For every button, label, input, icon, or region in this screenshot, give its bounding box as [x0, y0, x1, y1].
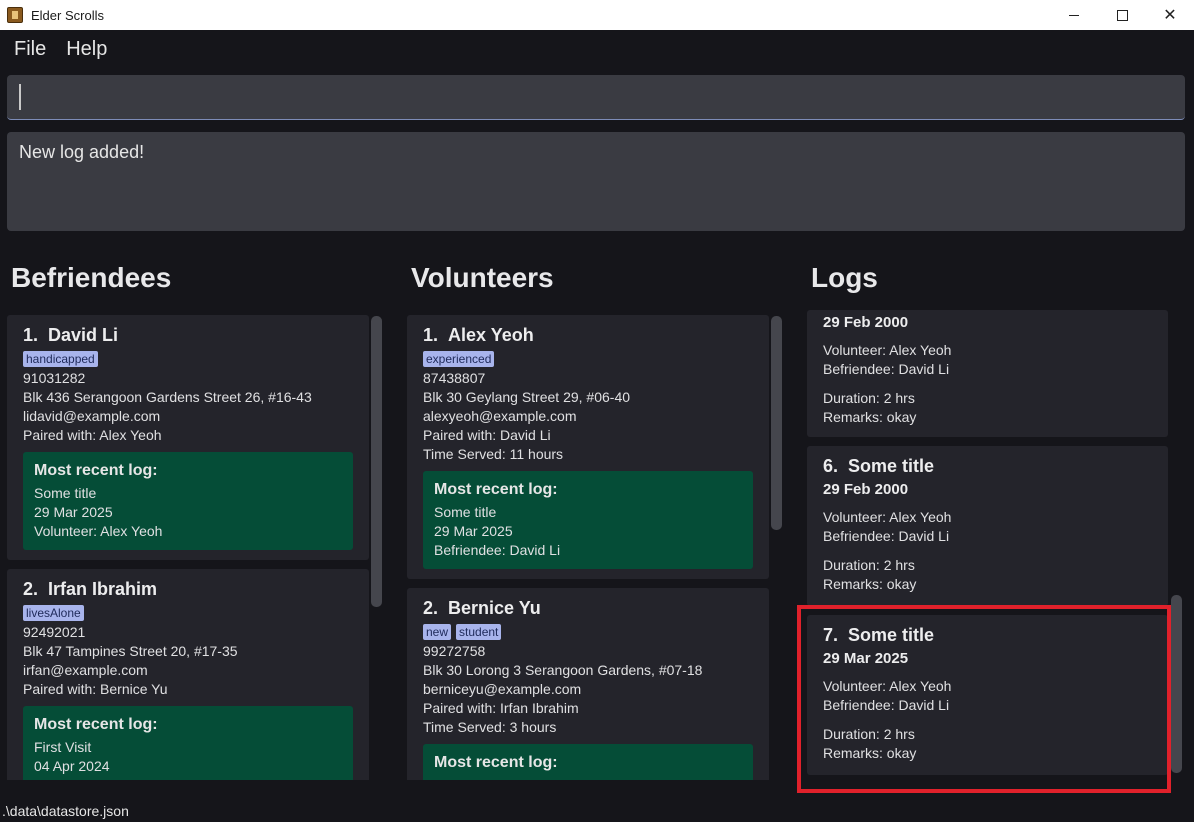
phone: 92492021 — [23, 624, 86, 640]
recent-log-title: First Visit — [34, 739, 92, 755]
email: berniceyu@example.com — [423, 681, 582, 697]
email: irfan@example.com — [23, 662, 148, 678]
close-button[interactable]: ✕ — [1146, 0, 1194, 30]
most-recent-log: Most recent log: Some title 29 Mar 2025 … — [23, 452, 353, 550]
recent-log-date: 04 Apr 2024 — [34, 758, 110, 774]
befriendee-card[interactable]: 1. David Li handicapped 91031282 Blk 436 … — [7, 315, 369, 560]
menu-bar: File Help — [0, 30, 1194, 68]
paired-with: Paired with: David Li — [423, 427, 551, 443]
most-recent-log: Most recent log: — [423, 744, 753, 780]
address: Blk 47 Tampines Street 20, #17-35 — [23, 643, 238, 659]
volunteer-card[interactable]: 2. Bernice Yu new student 99272758 Blk 30… — [407, 588, 769, 780]
befriendee-list[interactable]: 1. David Li handicapped 91031282 Blk 436 … — [7, 315, 369, 780]
card-index: 1. — [23, 325, 39, 345]
befriendee-scrollbar[interactable] — [371, 316, 382, 607]
card-name: Alex Yeoh — [448, 325, 534, 345]
recent-log-date: 29 Mar 2025 — [434, 523, 513, 539]
highlight-box — [797, 605, 1171, 793]
log-befriendee: Befriendee: David Li — [823, 361, 950, 377]
log-remarks: Remarks: okay — [823, 576, 917, 592]
recent-log-heading: Most recent log: — [34, 462, 158, 479]
log-duration: Duration: 2 hrs — [823, 390, 915, 406]
result-display: New log added! — [7, 132, 1185, 231]
most-recent-log: Most recent log: First Visit 04 Apr 2024 — [23, 706, 353, 780]
window-controls: ✕ — [1050, 0, 1194, 30]
log-befriendee: Befriendee: David Li — [823, 528, 950, 544]
result-message: New log added! — [19, 142, 145, 162]
phone: 91031282 — [23, 370, 86, 386]
card-index: 1. — [423, 325, 439, 345]
log-card[interactable]: 29 Feb 2000 Volunteer: Alex Yeoh Befrien… — [807, 310, 1168, 437]
app-icon — [7, 7, 23, 23]
email: alexyeoh@example.com — [423, 408, 577, 424]
minimize-button[interactable] — [1050, 0, 1098, 30]
recent-log-heading: Most recent log: — [434, 754, 558, 771]
paired-with: Paired with: Bernice Yu — [23, 681, 168, 697]
recent-log-title: Some title — [34, 485, 97, 501]
card-index: 2. — [423, 598, 439, 618]
email: lidavid@example.com — [23, 408, 161, 424]
address: Blk 30 Lorong 3 Serangoon Gardens, #07-1… — [423, 662, 703, 678]
command-input[interactable] — [7, 75, 1185, 120]
log-date: 29 Feb 2000 — [823, 481, 909, 498]
log-card[interactable]: 6. Some title 29 Feb 2000 Volunteer: Alex… — [807, 446, 1168, 606]
recent-log-heading: Most recent log: — [434, 481, 558, 498]
log-volunteer: Volunteer: Alex Yeoh — [823, 342, 952, 358]
log-scrollbar[interactable] — [1171, 595, 1182, 773]
befriendees-title: Befriendees — [11, 262, 172, 293]
log-index: 6. — [823, 456, 839, 476]
recent-log-title: Some title — [434, 504, 497, 520]
tag: new — [423, 624, 452, 640]
volunteer-card[interactable]: 1. Alex Yeoh experienced 87438807 Blk 30 … — [407, 315, 769, 579]
card-name: Irfan Ibrahim — [48, 579, 158, 599]
menu-help[interactable]: Help — [66, 38, 107, 61]
recent-log-volunteer: Volunteer: Alex Yeoh — [34, 523, 163, 539]
recent-log-heading: Most recent log: — [34, 716, 158, 733]
tag: student — [456, 624, 502, 640]
card-name: David Li — [48, 325, 119, 345]
text-caret — [19, 84, 21, 110]
recent-log-date: 29 Mar 2025 — [34, 504, 113, 520]
time-served: Time Served: 3 hours — [423, 719, 557, 735]
card-name: Bernice Yu — [448, 598, 541, 618]
log-remarks: Remarks: okay — [823, 409, 917, 425]
tag: experienced — [423, 351, 495, 367]
befriendee-card[interactable]: 2. Irfan Ibrahim livesAlone 92492021 Blk … — [7, 569, 369, 780]
datastore-path: .\data\datastore.json — [2, 803, 129, 819]
paired-with: Paired with: Irfan Ibrahim — [423, 700, 579, 716]
recent-log-befriendee: Befriendee: David Li — [434, 542, 561, 558]
volunteer-list[interactable]: 1. Alex Yeoh experienced 87438807 Blk 30 … — [407, 315, 769, 780]
volunteer-scrollbar[interactable] — [771, 316, 782, 530]
status-bar: .\data\datastore.json — [0, 800, 1194, 822]
log-duration: Duration: 2 hrs — [823, 557, 915, 573]
log-title: Some title — [848, 456, 935, 476]
log-date: 29 Feb 2000 — [823, 314, 909, 331]
window-title: Elder Scrolls — [31, 7, 104, 23]
phone: 87438807 — [423, 370, 486, 386]
address: Blk 436 Serangoon Gardens Street 26, #16… — [23, 389, 312, 405]
logs-title: Logs — [811, 262, 878, 293]
most-recent-log: Most recent log: Some title 29 Mar 2025 … — [423, 471, 753, 569]
tag: livesAlone — [23, 605, 84, 621]
address: Blk 30 Geylang Street 29, #06-40 — [423, 389, 631, 405]
title-bar: Elder Scrolls ✕ — [0, 0, 1194, 30]
maximize-button[interactable] — [1098, 0, 1146, 30]
volunteers-title: Volunteers — [411, 262, 554, 293]
menu-file[interactable]: File — [14, 38, 46, 61]
card-index: 2. — [23, 579, 39, 599]
paired-with: Paired with: Alex Yeoh — [23, 427, 162, 443]
time-served: Time Served: 11 hours — [423, 446, 564, 462]
phone: 99272758 — [423, 643, 486, 659]
log-volunteer: Volunteer: Alex Yeoh — [823, 509, 952, 525]
tag: handicapped — [23, 351, 98, 367]
